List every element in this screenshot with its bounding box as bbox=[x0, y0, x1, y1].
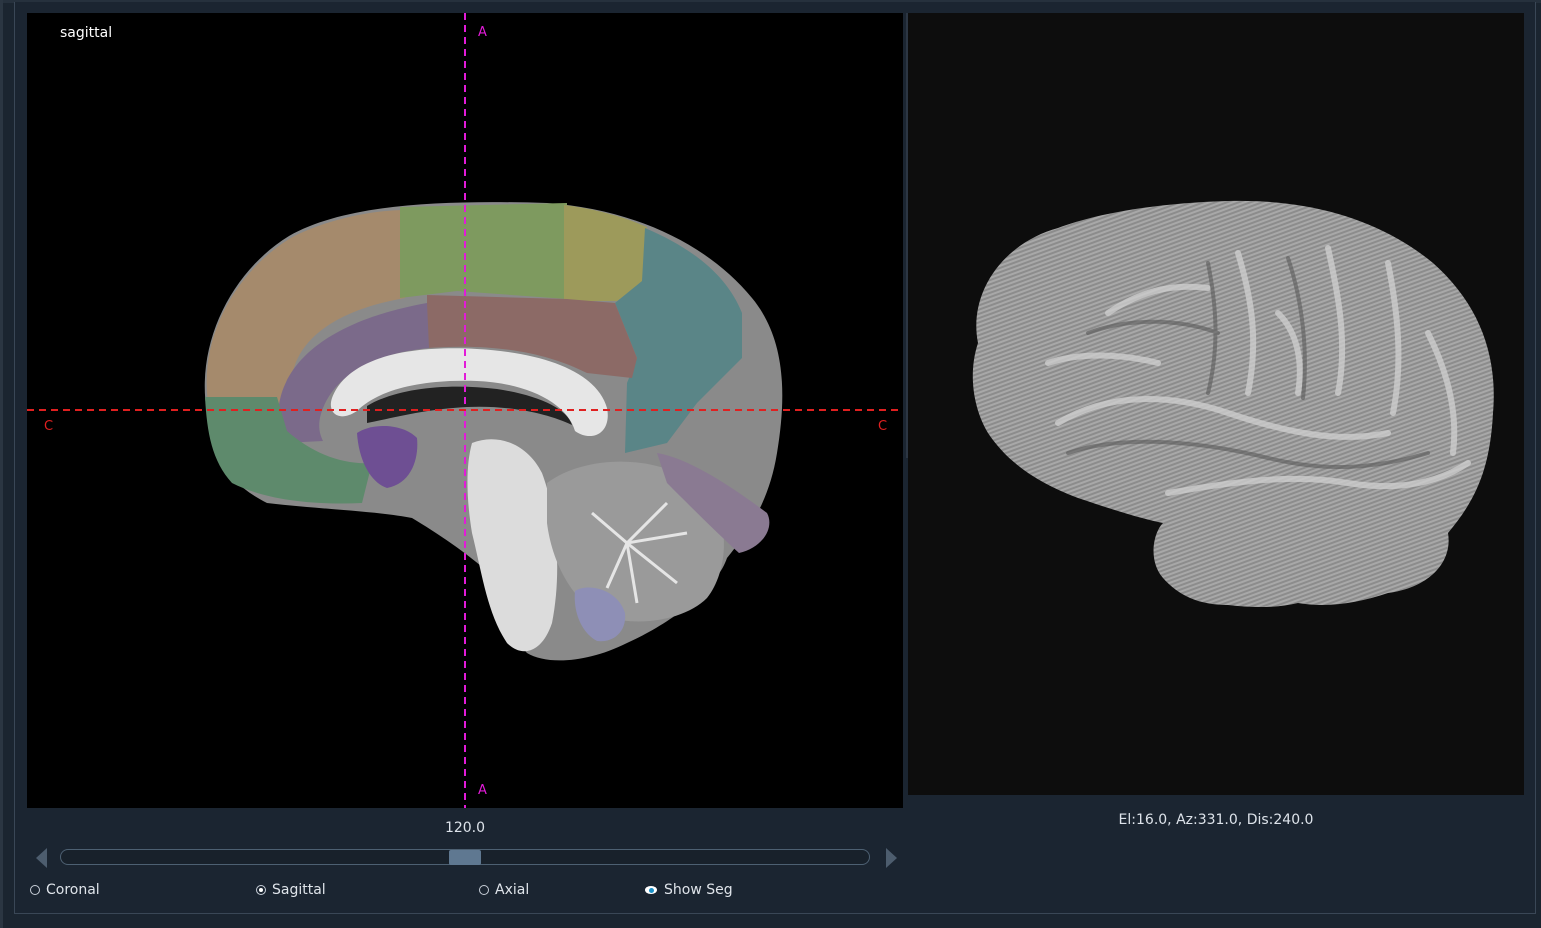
radio-sagittal-indicator[interactable] bbox=[256, 885, 266, 895]
camera-info: El:16.0, Az:331.0, Dis:240.0 bbox=[1118, 812, 1314, 828]
radio-coronal[interactable]: Coronal bbox=[30, 880, 100, 900]
eye-icon[interactable] bbox=[645, 885, 659, 895]
radio-coronal-indicator[interactable] bbox=[30, 885, 40, 895]
seg-superior-frontal bbox=[400, 203, 567, 299]
show-seg-toggle[interactable]: Show Seg bbox=[645, 880, 733, 900]
brain-surface bbox=[972, 200, 1494, 608]
brain-sagittal-slice bbox=[27, 13, 903, 808]
radio-axial-label: Axial bbox=[495, 882, 530, 898]
seg-paracentral bbox=[564, 205, 647, 301]
radio-coronal-label: Coronal bbox=[46, 882, 100, 898]
orientation-right: C bbox=[878, 419, 888, 434]
radio-axial-indicator[interactable] bbox=[479, 885, 489, 895]
radio-sagittal[interactable]: Sagittal bbox=[256, 880, 326, 900]
triangle-right-icon[interactable] bbox=[886, 848, 897, 868]
triangle-left-icon[interactable] bbox=[36, 848, 47, 868]
orientation-bottom: A bbox=[478, 783, 487, 798]
slice-viewer[interactable]: sagittal A A C C bbox=[27, 13, 903, 808]
orientation-left: C bbox=[44, 419, 54, 434]
radio-sagittal-label: Sagittal bbox=[272, 882, 326, 898]
show-seg-label: Show Seg bbox=[664, 882, 733, 898]
slice-value: 120.0 bbox=[444, 820, 486, 836]
orientation-top: A bbox=[478, 25, 487, 40]
volume-render-viewer[interactable] bbox=[908, 13, 1524, 795]
brain-3d-render bbox=[972, 200, 1494, 608]
slice-slider-thumb[interactable] bbox=[449, 850, 481, 865]
view-label: sagittal bbox=[60, 25, 113, 41]
radio-axial[interactable]: Axial bbox=[479, 880, 529, 900]
window-left-border bbox=[0, 0, 3, 928]
